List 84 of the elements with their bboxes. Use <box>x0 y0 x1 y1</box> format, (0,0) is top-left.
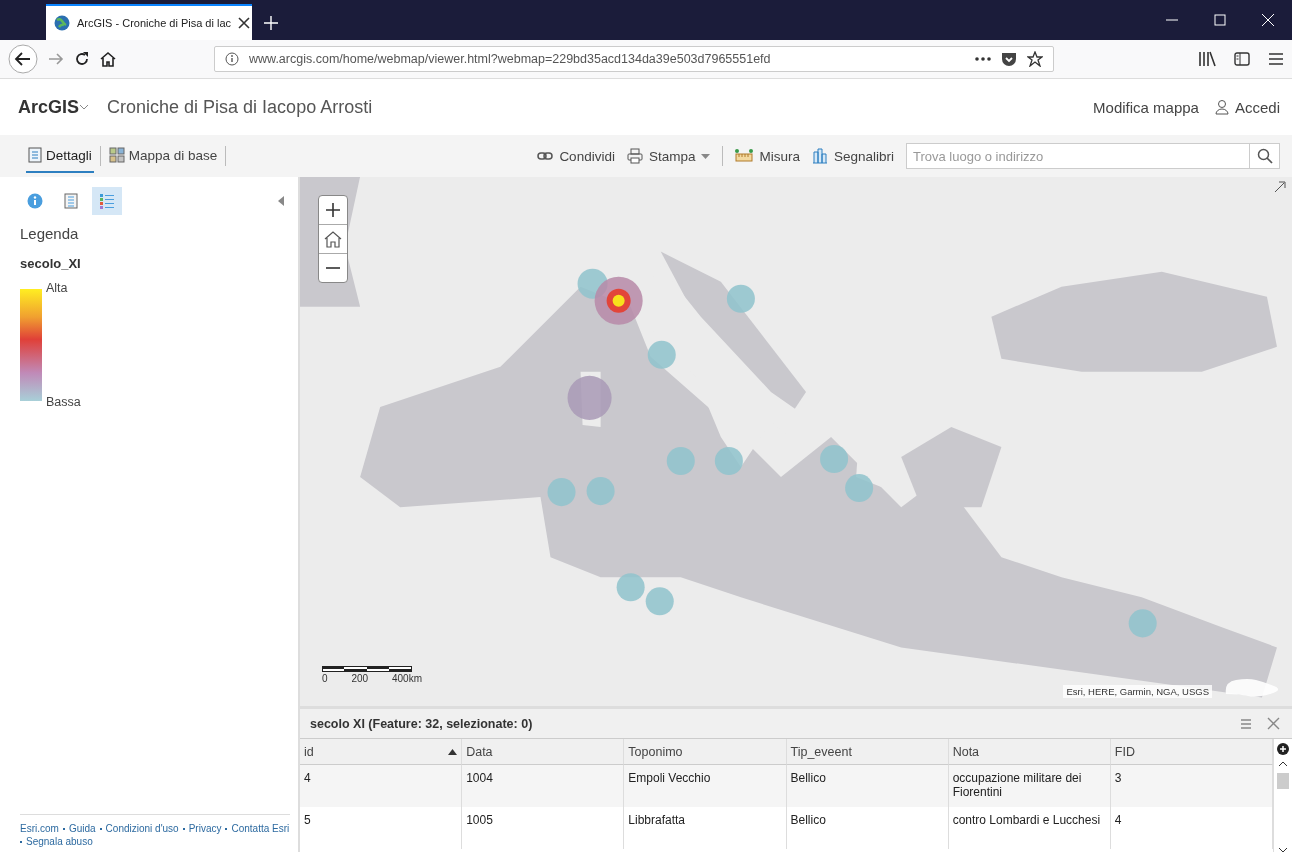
footer-link[interactable]: Esri.com <box>20 823 59 834</box>
toolbar-tab[interactable]: Mappa di base <box>106 139 220 173</box>
browser-tab[interactable]: ArcGIS - Croniche di Pisa di lac <box>46 4 252 40</box>
forward-icon[interactable] <box>48 51 64 67</box>
table-cell: 1005 <box>462 807 625 849</box>
scale-bar-icon <box>322 666 412 672</box>
menu-icon[interactable] <box>1268 52 1284 66</box>
footer-link[interactable]: Condizioni d'uso <box>105 823 179 834</box>
maximize-icon[interactable] <box>1214 14 1226 26</box>
bookmark-icon <box>811 148 828 164</box>
map-title: Croniche di Pisa di Iacopo Arrosti <box>107 96 373 118</box>
star-icon[interactable] <box>1027 51 1043 67</box>
toolbar-button[interactable]: Segnalibri <box>811 148 894 164</box>
table-cell: Bellico <box>786 765 949 807</box>
scale-label: 0 <box>322 673 328 684</box>
footer-link[interactable]: Privacy <box>188 823 222 834</box>
table-cell: 3 <box>1110 765 1273 807</box>
add-icon[interactable] <box>1277 743 1289 755</box>
ruler-icon <box>735 148 754 164</box>
column-header[interactable]: Data <box>462 739 625 765</box>
back-icon[interactable] <box>8 44 38 74</box>
panel-tab[interactable] <box>92 187 122 215</box>
search-field[interactable]: Trova luogo o indirizzo <box>906 143 1250 169</box>
document-icon <box>28 147 42 163</box>
info-icon <box>27 193 43 209</box>
table-cell: contro Lombardi e Lucchesi <box>948 807 1111 849</box>
toolbar-button[interactable]: Stampa <box>626 148 711 164</box>
legend-icon <box>99 193 115 209</box>
address-bar[interactable]: www.arcgis.com/home/webmap/viewer.html?webmap=229bd35acd134da39e503d7965551efd <box>214 46 1054 72</box>
grid-icon <box>108 147 125 163</box>
column-header[interactable]: Tip_eveent <box>786 739 949 765</box>
reload-icon[interactable] <box>74 51 90 67</box>
ramp-label: Alta <box>46 281 69 295</box>
table-cell: Bellico <box>786 807 949 849</box>
edit-map-link[interactable]: Modifica mappa <box>1093 98 1199 116</box>
expand-icon[interactable] <box>1274 181 1286 193</box>
toolbar-tab[interactable]: Dettagli <box>26 139 94 173</box>
scale-label: 200 <box>351 673 369 684</box>
table-cell: 4 <box>300 765 463 807</box>
table-cell: 4 <box>1110 807 1273 849</box>
table-cell: Libbrafatta <box>624 807 787 849</box>
toolbar-button[interactable]: Misura <box>735 148 800 164</box>
footer-link[interactable]: Segnala abuso <box>26 836 93 847</box>
plus-icon <box>325 202 341 218</box>
search-icon[interactable] <box>1256 148 1273 164</box>
column-header[interactable]: Nota <box>948 739 1111 765</box>
more-icon[interactable] <box>975 57 991 61</box>
table-cell: Empoli Vecchio <box>624 765 787 807</box>
home-icon[interactable] <box>100 51 116 67</box>
toolbar-button[interactable]: Condividi <box>537 148 615 164</box>
scroll-up-icon[interactable] <box>1278 761 1288 767</box>
user-icon <box>1214 99 1229 115</box>
column-header[interactable]: id <box>300 739 463 765</box>
pocket-icon[interactable] <box>1001 51 1017 67</box>
sign-in-link[interactable]: Accedi <box>1214 98 1280 116</box>
table-cell: 5 <box>300 807 463 849</box>
sidebar-icon[interactable] <box>1234 52 1250 66</box>
table-title: secolo XI (Feature: 32, selezionate: 0) <box>310 716 533 731</box>
list-document-icon <box>64 193 78 209</box>
scale-label: 400km <box>391 673 422 684</box>
caret-icon[interactable] <box>79 104 90 110</box>
link-icon <box>537 151 554 161</box>
printer-icon <box>626 148 643 164</box>
footer-link[interactable]: Guida <box>68 823 96 834</box>
ramp-label: Bassa <box>46 395 81 409</box>
legend-heading: Legenda <box>20 225 80 242</box>
minus-icon <box>325 267 341 269</box>
collapse-icon[interactable] <box>278 196 284 206</box>
library-icon[interactable] <box>1198 51 1216 67</box>
home-icon <box>324 230 342 248</box>
column-header[interactable]: FID <box>1110 739 1273 765</box>
scrollbar-thumb[interactable] <box>1277 773 1289 789</box>
app-menu[interactable]: ArcGIS <box>18 96 80 118</box>
column-header[interactable]: Toponimo <box>624 739 787 765</box>
table-cell: occupazione militare dei Fiorentini <box>948 765 1111 807</box>
scroll-down-icon[interactable] <box>1278 847 1288 852</box>
info-icon <box>225 52 239 66</box>
table-cell: 1004 <box>462 765 625 807</box>
close-icon[interactable] <box>238 17 251 29</box>
attribution: Esri, HERE, Garmin, NGA, USGS <box>1063 685 1212 698</box>
globe-icon <box>54 15 70 31</box>
footer-link[interactable]: Contatta Esri <box>231 823 290 834</box>
new-tab-icon[interactable] <box>264 16 278 30</box>
layer-name: secolo_XI <box>20 256 82 271</box>
